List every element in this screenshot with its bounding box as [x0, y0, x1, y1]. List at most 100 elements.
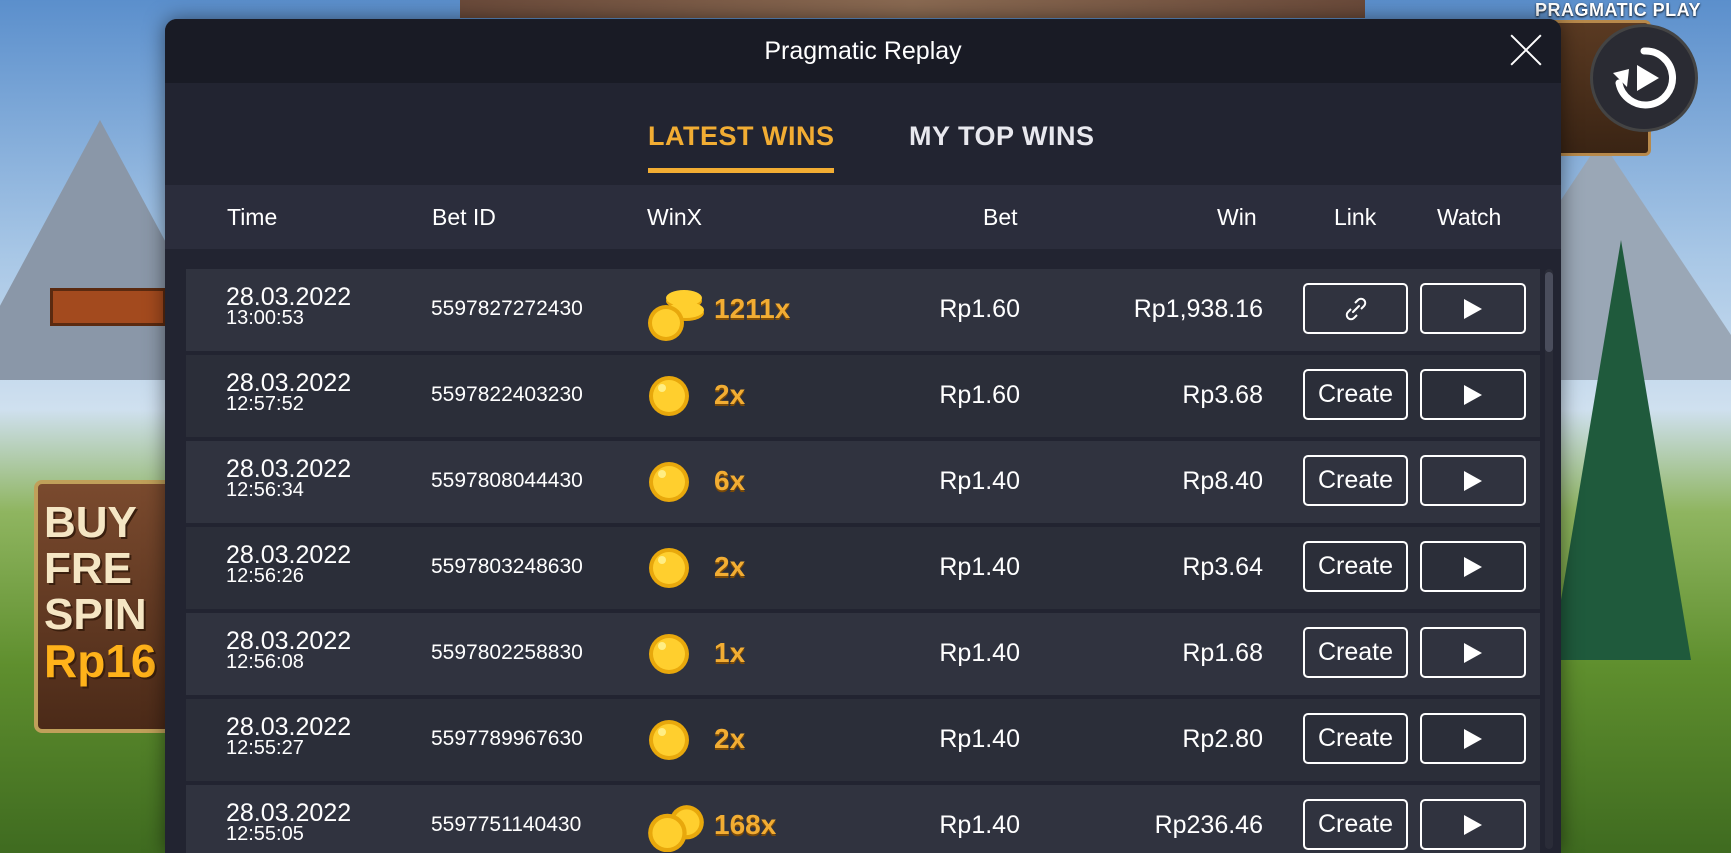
hanging-sign-decoration [50, 288, 166, 326]
tab-bar: LATEST WINS MY TOP WINS [165, 83, 1561, 185]
watch-button[interactable] [1420, 713, 1526, 764]
scrollbar-thumb[interactable] [1545, 272, 1553, 352]
column-header-win: Win [1217, 203, 1257, 230]
tree-decoration [1551, 240, 1691, 660]
buy-line-2: FRE [44, 544, 132, 593]
column-header-bet: Bet [983, 203, 1018, 230]
buy-price: Rp16 [44, 635, 157, 687]
row-time: 12:57:52 [226, 393, 304, 415]
watch-button[interactable] [1420, 369, 1526, 420]
row-datetime: 28.03.2022 13:00:53 [226, 285, 351, 329]
modal-header: Pragmatic Replay [165, 19, 1561, 83]
row-bet-id: 5597827272430 [431, 297, 583, 320]
column-header-winx: WinX [647, 203, 702, 230]
row-win: Rp1.68 [1182, 639, 1263, 667]
close-icon[interactable] [1509, 33, 1543, 67]
table-row: 28.03.2022 12:56:34 5597808044430 6x Rp1… [186, 441, 1540, 523]
row-datetime: 28.03.2022 12:57:52 [226, 371, 351, 415]
play-icon [1464, 556, 1482, 577]
play-icon [1464, 728, 1482, 749]
create-link-button[interactable]: Create [1303, 369, 1408, 420]
create-link-label: Create [1317, 552, 1394, 580]
watch-button[interactable] [1420, 627, 1526, 678]
replay-modal: Pragmatic Replay LATEST WINS MY TOP WINS… [165, 19, 1561, 853]
row-win-multiplier: 168x [714, 809, 777, 840]
row-time: 13:00:53 [226, 307, 304, 329]
coin-icon [646, 287, 706, 341]
create-link-button[interactable]: Create [1303, 627, 1408, 678]
row-win-multiplier: 1x [714, 637, 746, 668]
watch-button[interactable] [1420, 799, 1526, 850]
row-datetime: 28.03.2022 12:56:34 [226, 457, 351, 501]
row-win: Rp236.46 [1154, 811, 1263, 839]
row-time: 12:56:34 [226, 479, 304, 501]
play-icon [1464, 642, 1482, 663]
row-time: 12:56:26 [226, 565, 304, 587]
watch-button[interactable] [1420, 455, 1526, 506]
column-header-time: Time [227, 203, 278, 230]
modal-title: Pragmatic Replay [764, 36, 962, 65]
create-link-button[interactable]: Create [1303, 799, 1408, 850]
tab-latest-wins[interactable]: LATEST WINS [648, 121, 835, 173]
row-win: Rp3.64 [1182, 553, 1263, 581]
table-row: 28.03.2022 12:55:27 5597789967630 2x Rp1… [186, 699, 1540, 781]
row-bet-id: 5597808044430 [431, 469, 583, 492]
row-bet: Rp1.40 [939, 811, 1020, 839]
table-row: 28.03.2022 12:56:08 5597802258830 1x Rp1… [186, 613, 1540, 695]
wins-table-body: 28.03.2022 13:00:53 5597827272430 1211x … [186, 269, 1540, 853]
row-bet-id: 5597751140430 [431, 813, 582, 836]
table-row: 28.03.2022 12:57:52 5597822403230 2x Rp1… [186, 355, 1540, 437]
row-win: Rp1,938.16 [1133, 295, 1263, 323]
buy-line-3: SPIN [44, 590, 147, 639]
row-datetime: 28.03.2022 12:56:08 [226, 629, 351, 673]
row-win-multiplier: 2x [714, 379, 746, 410]
row-bet: Rp1.40 [939, 639, 1020, 667]
create-link-label: Create [1317, 724, 1394, 752]
play-icon [1464, 384, 1482, 405]
top-frame-decoration [460, 0, 1365, 18]
row-win-multiplier: 1211x [714, 293, 791, 324]
coin-icon [646, 545, 692, 591]
tab-my-top-wins[interactable]: MY TOP WINS [909, 121, 1095, 168]
buy-line-1: BUY [44, 498, 137, 547]
replay-button[interactable] [1590, 24, 1698, 132]
coin-icon [646, 373, 692, 419]
row-bet-id: 5597802258830 [431, 641, 583, 664]
coin-icon [646, 717, 692, 763]
brand-name: PRAGMATIC PLAY [1534, 0, 1701, 20]
row-win-multiplier: 2x [714, 551, 746, 582]
buy-free-spins-text: BUY FRE SPIN Rp16 [44, 498, 184, 687]
create-link-label: Create [1317, 466, 1394, 494]
table-row: 28.03.2022 13:00:53 5597827272430 1211x … [186, 269, 1540, 351]
coin-icon [646, 803, 706, 853]
play-icon [1464, 470, 1482, 491]
link-icon [1345, 297, 1366, 320]
copy-link-button[interactable] [1303, 283, 1408, 334]
row-win-multiplier: 2x [714, 723, 746, 754]
row-win: Rp8.40 [1182, 467, 1263, 495]
create-link-label: Create [1317, 810, 1394, 838]
create-link-button[interactable]: Create [1303, 713, 1408, 764]
replay-icon [1613, 47, 1676, 109]
create-link-button[interactable]: Create [1303, 455, 1408, 506]
row-datetime: 28.03.2022 12:55:27 [226, 715, 351, 759]
row-win: Rp3.68 [1182, 381, 1263, 409]
coin-icon [646, 631, 692, 677]
watch-button[interactable] [1420, 283, 1526, 334]
watch-button[interactable] [1420, 541, 1526, 592]
column-header-link: Link [1334, 203, 1377, 230]
coin-icon [646, 459, 692, 505]
column-header-watch: Watch [1437, 203, 1502, 230]
scrollbar-track [1545, 269, 1553, 849]
row-datetime: 28.03.2022 12:55:05 [226, 801, 351, 845]
row-bet-id: 5597789967630 [431, 727, 583, 750]
row-bet: Rp1.40 [939, 725, 1020, 753]
row-win: Rp2.80 [1182, 725, 1263, 753]
create-link-label: Create [1317, 380, 1394, 408]
row-win-multiplier: 6x [714, 465, 746, 496]
create-link-button[interactable]: Create [1303, 541, 1408, 592]
row-datetime: 28.03.2022 12:56:26 [226, 543, 351, 587]
row-bet: Rp1.60 [939, 381, 1020, 409]
row-bet-id: 5597803248630 [431, 555, 583, 578]
create-link-label: Create [1317, 638, 1394, 666]
